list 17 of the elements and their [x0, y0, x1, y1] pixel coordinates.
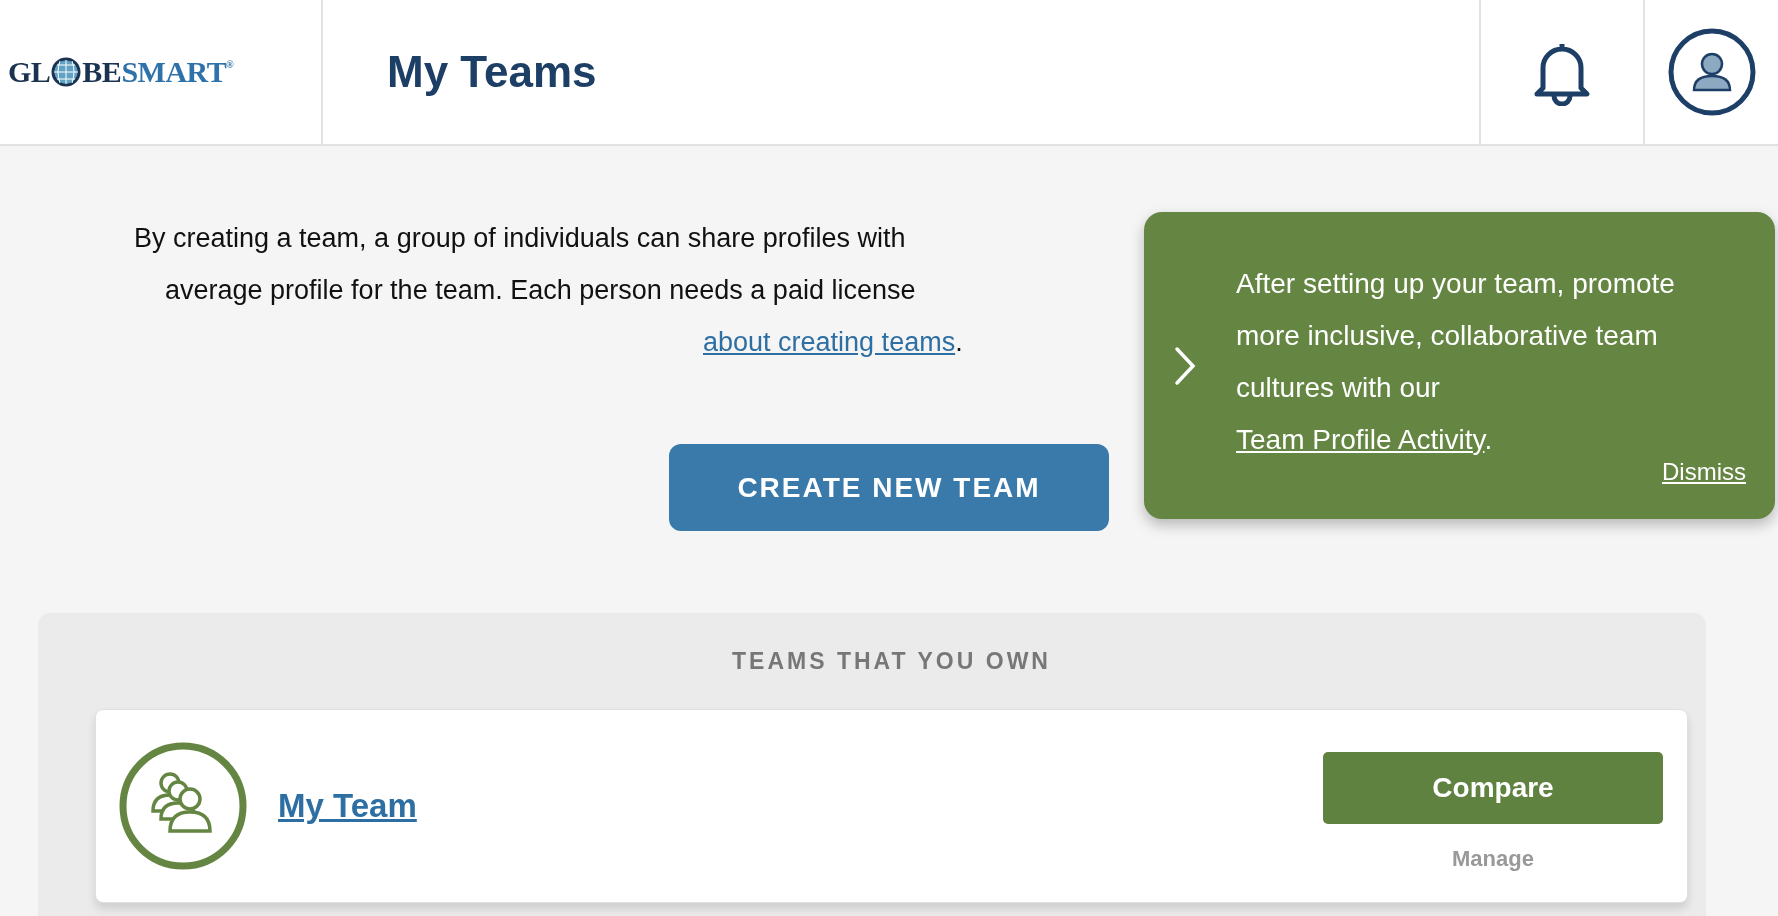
section-heading: TEAMS THAT YOU OWN — [731, 647, 1052, 676]
compare-button[interactable]: Compare — [1323, 752, 1663, 824]
creating-teams-link[interactable]: about creating teams — [703, 327, 956, 357]
intro-text: By creating a team, a group of individuals can share profiles with — [133, 222, 906, 255]
chevron-right-icon[interactable] — [1174, 345, 1196, 386]
intro-text: about creating teams. — [702, 326, 963, 359]
page-title: My Teams — [387, 47, 597, 97]
logo[interactable]: GL BESMART® — [8, 55, 234, 89]
dismiss-link[interactable]: Dismiss — [1662, 457, 1746, 486]
popover-message: After setting up your team, promote more inclusive, collaborative team cultures with our Team Profile Activity. — [1236, 266, 1676, 457]
team-profile-activity-link[interactable]: Team Profile Activity — [1236, 423, 1485, 455]
intro-text: average profile for the team. Each person needs a paid license — [164, 274, 916, 307]
team-icon — [118, 741, 248, 871]
user-avatar-icon[interactable] — [1667, 28, 1756, 116]
create-new-team-button[interactable]: CREATE NEW TEAM — [669, 444, 1109, 531]
manage-link[interactable]: Manage — [1452, 846, 1534, 872]
team-name-link[interactable]: My Team — [278, 787, 417, 825]
